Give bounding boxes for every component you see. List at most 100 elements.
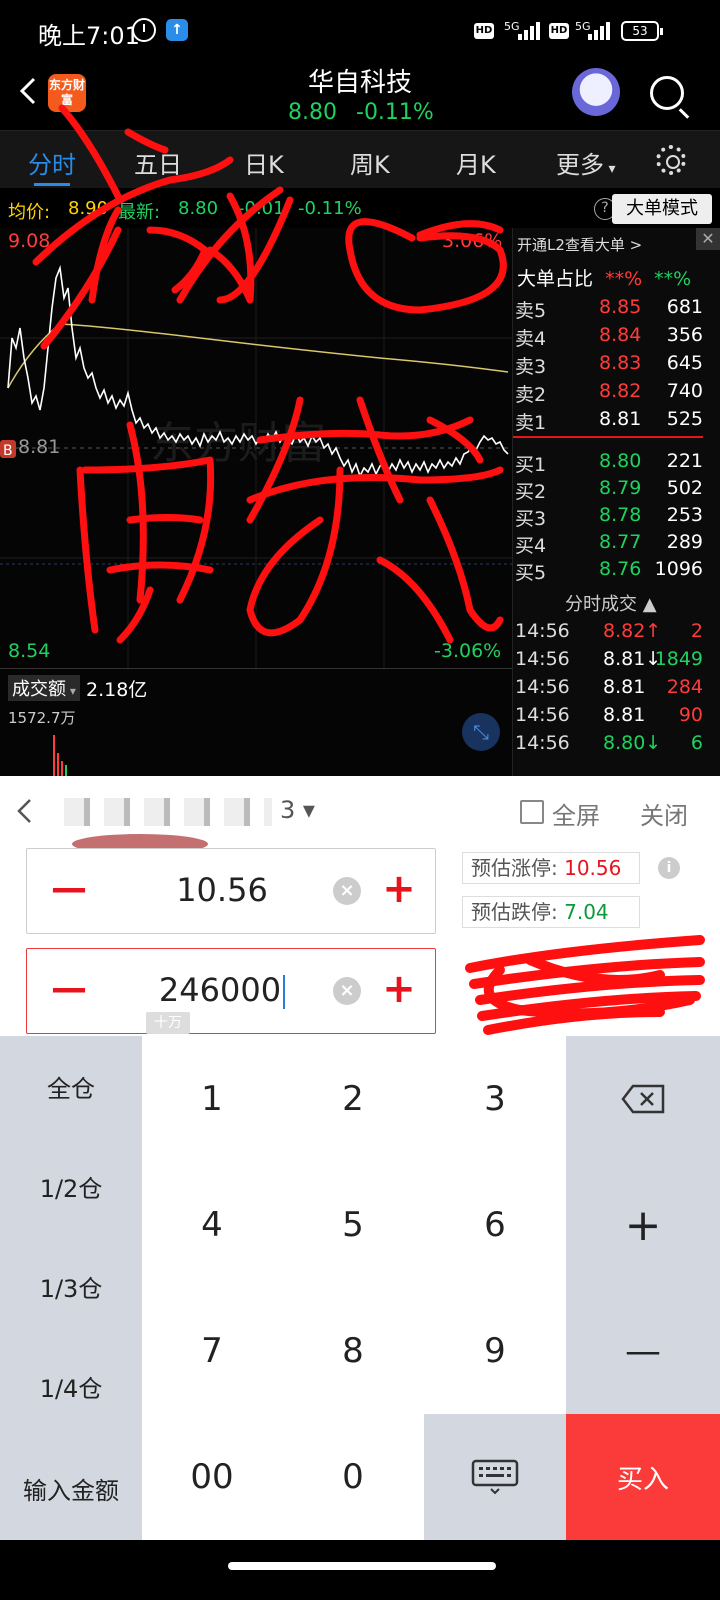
tick-trade-row: 14:56 8.81↓ 1849 <box>513 648 720 676</box>
keyboard-icon[interactable] <box>424 1414 566 1540</box>
key-6[interactable]: 6 <box>424 1162 566 1288</box>
stock-change: -0.11% <box>356 100 434 125</box>
tab-monthly-k[interactable]: 月K <box>456 145 496 180</box>
tab-more[interactable]: 更多 ▾ <box>556 145 615 180</box>
bid-row: 买4 8.77 289 <box>513 531 720 559</box>
avg-price-label: 均价: <box>8 202 51 223</box>
order-book-divider <box>513 436 703 438</box>
limit-up-label: 预估涨停: <box>471 856 558 880</box>
price-stepper: — 10.56 × + <box>26 848 436 934</box>
bid-volume: 253 <box>666 504 703 526</box>
bid-level-label: 买2 <box>515 481 547 503</box>
clear-icon[interactable]: × <box>333 877 361 905</box>
ask-price: 8.81 <box>599 408 642 430</box>
expand-icon[interactable]: ⤡ <box>462 713 500 751</box>
big-order-ratio-label: 大单占比 <box>517 268 594 290</box>
account-selector[interactable]: 3 ▾ <box>280 796 315 824</box>
stock-price: 8.80 <box>288 100 337 125</box>
signal-icon <box>588 20 612 40</box>
bid-level-label: 买5 <box>515 562 547 584</box>
big-order-mode-button[interactable]: 大单模式 <box>612 194 712 224</box>
tick-volume: 284 <box>666 676 703 698</box>
order-keypad: 全仓 1/2仓 1/3仓 1/4仓 输入金额 1 2 3 4 5 6 7 8 9… <box>0 1036 720 1540</box>
tab-five-day[interactable]: 五日 <box>134 145 182 180</box>
key-7[interactable]: 7 <box>142 1288 282 1414</box>
key-9[interactable]: 9 <box>424 1288 566 1414</box>
masked-account-name <box>64 798 272 826</box>
limit-up-estimate: 预估涨停: 10.56 <box>462 852 640 884</box>
tab-intraday[interactable]: 分时 <box>28 145 76 180</box>
back-icon[interactable] <box>14 796 34 826</box>
fullscreen-button[interactable]: 全屏 <box>552 796 600 831</box>
bid-row: 买1 8.80 221 <box>513 450 720 478</box>
signal-icon <box>518 20 542 40</box>
chart-watermark: 东方财富 <box>150 418 326 469</box>
key-full-position[interactable]: 全仓 <box>0 1036 142 1136</box>
alarm-icon <box>132 18 156 42</box>
quantity-increment-button[interactable]: + <box>381 967 417 1011</box>
key-1[interactable]: 1 <box>142 1036 282 1162</box>
ask-level-label: 卖3 <box>515 356 547 378</box>
key-0[interactable]: 0 <box>282 1414 424 1540</box>
key-4[interactable]: 4 <box>142 1162 282 1288</box>
volume-bars <box>53 735 67 777</box>
tick-price: 8.82↑ <box>603 620 662 642</box>
clear-icon[interactable]: × <box>333 977 361 1005</box>
fullscreen-icon[interactable] <box>520 800 544 824</box>
chart-low-pct: -3.06% <box>434 640 502 662</box>
tick-time: 14:56 <box>515 676 570 698</box>
tick-trade-row: 14:56 8.81 90 <box>513 704 720 732</box>
intraday-chart[interactable]: 东方财富 B 9.08 3.06% 8.81 8.54 -3.06% <box>0 228 512 668</box>
buy-button[interactable]: 买入 <box>566 1414 720 1540</box>
key-minus[interactable]: — <box>566 1288 720 1414</box>
ask-volume: 645 <box>666 352 703 374</box>
tick-volume: 2 <box>690 620 703 642</box>
bid-row: 买5 8.76 1096 <box>513 558 720 586</box>
close-button[interactable]: 关闭 <box>640 796 688 831</box>
key-8[interactable]: 8 <box>282 1288 424 1414</box>
gear-icon[interactable] <box>656 145 686 175</box>
backspace-icon[interactable] <box>566 1036 720 1162</box>
key-5[interactable]: 5 <box>282 1162 424 1288</box>
big-order-ratio-buy: **% <box>605 268 643 290</box>
home-indicator[interactable] <box>228 1562 496 1570</box>
quote-info-line: 均价: 8.90 最新: 8.80 -0.01 -0.11% ? 大单模式 <box>0 190 720 228</box>
tick-trades-title[interactable]: 分时成交 ▲ <box>565 590 657 616</box>
bid-level-label: 买1 <box>515 454 547 476</box>
ask-price: 8.85 <box>599 296 642 318</box>
l2-banner[interactable]: 开通L2查看大单 > <box>513 228 720 258</box>
price-increment-button[interactable]: + <box>381 867 417 911</box>
battery-icon: 53 <box>621 21 663 41</box>
tab-daily-k[interactable]: 日K <box>244 145 284 180</box>
quantity-value: 246000 <box>158 971 282 1009</box>
active-tab-indicator <box>34 183 70 186</box>
buy-marker: B <box>3 443 13 459</box>
key-half-position[interactable]: 1/2仓 <box>0 1136 142 1236</box>
key-quarter-position[interactable]: 1/4仓 <box>0 1336 142 1436</box>
text-caret <box>283 975 286 1009</box>
key-plus[interactable]: + <box>566 1162 720 1288</box>
bid-row: 买2 8.79 502 <box>513 477 720 505</box>
close-icon[interactable]: ✕ <box>696 228 720 250</box>
key-third-position[interactable]: 1/3仓 <box>0 1236 142 1336</box>
tab-weekly-k[interactable]: 周K <box>350 145 390 180</box>
latest-price-label: 最新: <box>118 202 161 223</box>
robot-assistant-icon[interactable] <box>572 68 620 116</box>
key-2[interactable]: 2 <box>282 1036 424 1162</box>
info-icon[interactable]: i <box>658 857 680 879</box>
bid-volume: 221 <box>666 450 703 472</box>
key-enter-amount[interactable]: 输入金额 <box>0 1436 142 1540</box>
order-book: 开通L2查看大单 > ✕ 大单占比 **% **% 卖5 8.85 681 卖4 8.8… <box>512 228 720 776</box>
tick-price: 8.81 <box>603 704 646 726</box>
search-icon[interactable] <box>650 76 684 110</box>
ask-volume: 681 <box>666 296 703 318</box>
tick-price: 8.81↓ <box>603 648 662 670</box>
ask-row: 卖1 8.81 525 <box>513 408 720 436</box>
ask-level-label: 卖4 <box>515 328 547 350</box>
unit-hint: 十万 <box>146 1012 190 1034</box>
intraday-chart-svg: 东方财富 B <box>0 228 512 668</box>
tick-volume: 90 <box>678 704 703 726</box>
key-00[interactable]: 00 <box>142 1414 282 1540</box>
chart-high-price: 9.08 <box>8 230 51 252</box>
key-3[interactable]: 3 <box>424 1036 566 1162</box>
